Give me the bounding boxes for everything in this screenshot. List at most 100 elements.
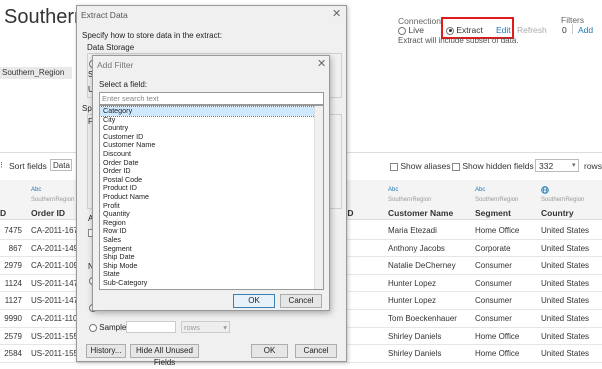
row-number-cell: 867	[8, 243, 22, 253]
column-source: SouthernRegion	[541, 197, 585, 203]
customer-name-cell: Maria Etezadi	[388, 226, 437, 235]
sample-size-input[interactable]	[126, 321, 176, 333]
hide-unused-fields-button[interactable]: Hide All Unused Fields	[130, 344, 199, 367]
customer-name-cell: Anthony Jacobs	[388, 243, 445, 253]
field-search-input[interactable]: Enter search text	[99, 92, 324, 105]
field-list[interactable]: Category City Country Customer ID Customer N…	[99, 105, 324, 290]
column-header[interactable]: Segment	[475, 208, 511, 218]
close-icon[interactable]: ✕	[317, 57, 326, 70]
column-source: SouthernRegion	[475, 197, 519, 203]
extract-radio-icon	[446, 26, 454, 35]
chevron-down-icon: ▾	[572, 162, 576, 169]
edit-link[interactable]: Edit	[496, 25, 511, 35]
country-cell: United States	[541, 314, 590, 323]
field-list-item[interactable]: City	[100, 115, 315, 125]
chevron-down-icon: ▾	[223, 323, 227, 332]
live-label: Live	[408, 25, 424, 35]
segment-cell: Home Office	[475, 226, 520, 235]
add-filter-link[interactable]: Add	[578, 25, 593, 35]
order-id-cell: US-2011-1558	[31, 331, 83, 341]
segment-cell: Corporate	[475, 243, 511, 253]
row-number-cell: 2579	[4, 331, 22, 341]
field-list-item[interactable]: Product Name	[100, 192, 315, 202]
column-header[interactable]: Customer Name	[388, 208, 453, 218]
history-button[interactable]: History...	[86, 344, 126, 358]
field-list-item[interactable]: Region	[100, 218, 315, 228]
divider	[572, 24, 573, 34]
country-cell: United States	[541, 243, 590, 253]
row-number-cell: 2979	[4, 261, 22, 271]
region-tab[interactable]: Southern_Region	[0, 67, 72, 79]
refresh-link[interactable]: Refresh	[517, 25, 547, 35]
column-source: SouthernRegion	[388, 197, 432, 203]
checkbox-icon	[390, 162, 398, 171]
dialog-title: Add Filter	[97, 60, 134, 70]
field-list-item[interactable]: Row ID	[100, 227, 315, 236]
segment-cell: Consumer	[475, 278, 512, 288]
field-list-item[interactable]: Sub-Category	[100, 278, 315, 288]
order-id-cell: CA-2011-1490	[31, 243, 83, 253]
country-cell: United States	[541, 296, 590, 306]
radio-icon	[89, 323, 97, 332]
extract-note: Extract will include subset of data.	[398, 36, 519, 45]
segment-cell: Home Office	[475, 349, 520, 359]
cancel-button[interactable]: Cancel	[295, 344, 337, 358]
segment-cell: Consumer	[475, 296, 512, 306]
show-aliases-checkbox[interactable]: Show aliases	[390, 161, 450, 171]
extract-intro: Specify how to store data in the extract…	[82, 31, 223, 40]
order-id-cell: CA-2011-1093	[31, 261, 83, 271]
order-id-cell: US-2011-1558	[31, 349, 83, 359]
field-list-item[interactable]: Category	[100, 106, 316, 117]
live-radio-icon	[398, 26, 406, 35]
customer-name-cell: Natalie DeCherney	[388, 261, 456, 271]
column-header[interactable]: Country	[541, 208, 574, 218]
ok-button[interactable]: OK	[233, 294, 275, 308]
country-cell: United States	[541, 278, 590, 288]
customer-name-cell: Hunter Lopez	[388, 296, 437, 306]
order-id-cell: US-2011-1476	[31, 296, 83, 306]
ok-button[interactable]: OK	[251, 344, 288, 358]
rows-label: rows	[584, 161, 602, 171]
dialog-title: Extract Data	[81, 10, 128, 20]
sample-unit-select[interactable]: rows ▾	[181, 321, 230, 333]
string-type-icon: Abc	[31, 187, 42, 193]
country-cell: United States	[541, 331, 590, 341]
sort-fields-select[interactable]: Data s	[50, 159, 72, 171]
customer-name-cell: Hunter Lopez	[388, 278, 437, 288]
sample-unit-value: rows	[184, 323, 200, 332]
cancel-button[interactable]: Cancel	[280, 294, 322, 308]
field-list-item[interactable]: Customer Name	[100, 141, 315, 150]
row-number-cell: 1127	[4, 296, 22, 306]
customer-name-cell: Shirley Daniels	[388, 331, 442, 341]
country-cell: United States	[541, 261, 590, 271]
order-id-cell: CA-2011-1104	[31, 314, 82, 323]
column-source: SouthernRegion	[31, 197, 75, 203]
field-list-item[interactable]: Sales	[100, 235, 315, 245]
segment-cell: Home Office	[475, 331, 520, 341]
customer-name-cell: Tom Boeckenhauer	[388, 314, 457, 323]
customer-name-cell: Shirley Daniels	[388, 349, 442, 359]
field-list-item[interactable]: Quantity	[100, 210, 315, 219]
column-header[interactable]: D	[0, 208, 6, 218]
add-filter-dialog: Add Filter ✕ Select a field: Enter searc…	[92, 55, 330, 311]
order-id-cell: CA-2011-1671	[31, 226, 83, 235]
extract-radio[interactable]: Extract	[446, 25, 483, 35]
row-number-cell: 1124	[4, 278, 22, 288]
field-list-item[interactable]: Ship Mode	[100, 261, 315, 271]
sample-radio[interactable]: Sample:	[89, 323, 129, 332]
live-radio[interactable]: Live	[398, 25, 424, 35]
sort-fields-label: Sort fields	[9, 161, 47, 171]
show-hidden-label: Show hidden fields	[462, 161, 534, 171]
order-id-cell: US-2011-1476	[31, 278, 83, 288]
scrollbar[interactable]	[314, 106, 323, 289]
sort-icon: ⁝	[0, 160, 3, 170]
field-list-item[interactable]: Profit	[100, 201, 315, 211]
column-header[interactable]: Order ID	[31, 208, 65, 218]
show-aliases-label: Show aliases	[400, 161, 451, 171]
segment-cell: Consumer	[475, 314, 512, 323]
show-hidden-checkbox[interactable]: Show hidden fields	[452, 161, 534, 171]
field-list-item[interactable]: Order Date	[100, 158, 315, 168]
close-icon[interactable]: ✕	[332, 7, 341, 20]
string-type-icon: Abc	[475, 187, 486, 193]
row-number-cell: 2584	[4, 349, 22, 359]
